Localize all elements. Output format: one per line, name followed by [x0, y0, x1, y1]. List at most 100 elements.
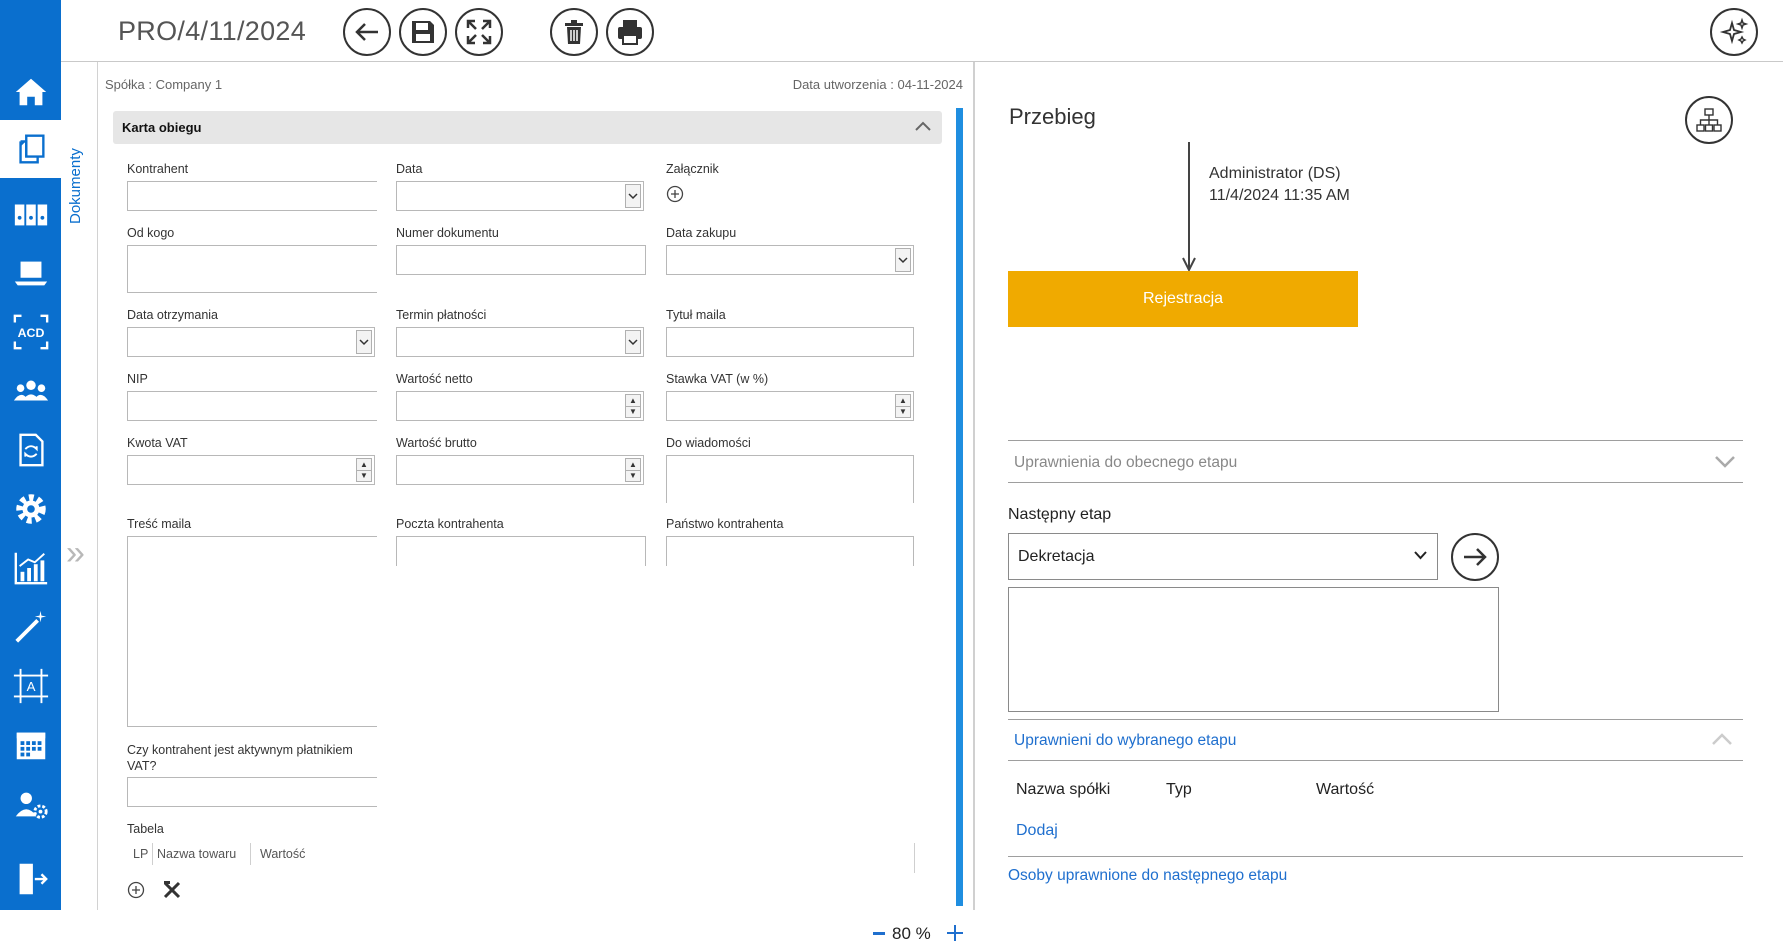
wartosc-netto-stepper[interactable]: ▲ ▼: [625, 394, 641, 418]
documents-tab-label: Dokumenty: [67, 148, 84, 224]
kwota-vat-input[interactable]: ▲ ▼: [127, 455, 375, 485]
data-otrzymania-date-picker[interactable]: [127, 327, 375, 357]
czy-vat-input[interactable]: [127, 777, 377, 807]
stepper-up-icon[interactable]: ▲: [626, 459, 640, 470]
floppy-disk-icon: [412, 21, 434, 43]
documents-tab[interactable]: Dokumenty: [65, 134, 93, 224]
numer-dokumentu-input[interactable]: [396, 245, 646, 275]
chevron-down-icon[interactable]: [1713, 449, 1737, 473]
label-nip: NIP: [127, 372, 148, 386]
label-od-kogo: Od kogo: [127, 226, 175, 240]
wartosc-brutto-stepper[interactable]: ▲ ▼: [625, 458, 641, 482]
nav-binders[interactable]: [0, 185, 61, 243]
label-poczta-kontrahenta: Poczta kontrahenta: [396, 517, 504, 531]
wartosc-brutto-input[interactable]: ▲ ▼: [396, 455, 644, 485]
nav-user-settings[interactable]: [0, 775, 61, 833]
nav-document-workflow[interactable]: [0, 421, 61, 479]
panstwo-kontrahenta-input[interactable]: [666, 536, 914, 566]
org-chart-icon: [1696, 108, 1722, 132]
expand-icon: [466, 19, 492, 45]
print-button[interactable]: [606, 8, 654, 56]
label-czy-vat-line1: Czy kontrahent jest aktywnym płatnikiem: [127, 743, 353, 757]
label-data-zakupu: Data zakupu: [666, 226, 737, 240]
fullscreen-button[interactable]: [455, 8, 503, 56]
nav-settings[interactable]: [0, 480, 61, 538]
stepper-down-icon[interactable]: ▼: [626, 406, 640, 417]
stepper-down-icon[interactable]: ▼: [357, 470, 371, 481]
poczta-kontrahenta-input[interactable]: [396, 536, 646, 566]
company-info: Spółka : Company 1: [105, 77, 223, 92]
nav-templates[interactable]: A: [0, 657, 61, 715]
stepper-down-icon[interactable]: ▼: [896, 406, 910, 417]
termin-platnosci-date-picker[interactable]: [396, 327, 644, 357]
data-otrzymania-dropdown-button[interactable]: [356, 330, 372, 354]
divider: [1008, 856, 1743, 857]
ai-assistant-button[interactable]: [1710, 8, 1758, 56]
nav-logout[interactable]: [0, 850, 61, 908]
go-to-next-stage-button[interactable]: [1451, 533, 1499, 581]
zoom-in-icon-vertical[interactable]: [954, 925, 956, 941]
text-frame-icon: A: [13, 668, 48, 704]
form-scrollbar[interactable]: [956, 108, 963, 906]
chevron-down-icon: [359, 339, 369, 346]
binders-icon: [14, 204, 47, 226]
stepper-down-icon[interactable]: ▼: [626, 470, 640, 481]
label-wartosc-netto: Wartość netto: [396, 372, 473, 386]
trash-icon: [565, 20, 583, 44]
data-zakupu-dropdown-button[interactable]: [895, 248, 911, 272]
add-attachment-icon[interactable]: [666, 185, 684, 203]
save-button[interactable]: [399, 8, 447, 56]
nav-workstation[interactable]: [0, 244, 61, 302]
nav-users[interactable]: [0, 362, 61, 420]
kwota-vat-stepper[interactable]: ▲ ▼: [356, 458, 372, 482]
permissions-current-stage-toggle[interactable]: Uprawnienia do obecnego etapu: [1014, 454, 1237, 472]
stage-comment-textarea[interactable]: [1008, 587, 1499, 712]
section-header-karta-obiegu[interactable]: Karta obiegu: [113, 111, 942, 144]
label-do-wiadomosci: Do wiadomości: [666, 436, 751, 450]
tresc-maila-textarea[interactable]: [127, 536, 377, 727]
workflow-diagram-button[interactable]: [1685, 96, 1733, 144]
workflow-step-info: Administrator (DS) 11/4/2024 11:35 AM: [1209, 163, 1350, 207]
kontrahent-input[interactable]: [127, 181, 377, 211]
chevron-down-icon: [1414, 551, 1427, 560]
wartosc-netto-input[interactable]: ▲ ▼: [396, 391, 644, 421]
data-date-picker[interactable]: [396, 181, 644, 211]
tytul-maila-input[interactable]: [666, 327, 914, 357]
delete-button[interactable]: [550, 8, 598, 56]
chevron-up-icon[interactable]: [1710, 728, 1734, 752]
od-kogo-input[interactable]: [127, 245, 377, 293]
stawka-vat-input[interactable]: ▲ ▼: [666, 391, 914, 421]
do-wiadomosci-input[interactable]: [666, 455, 914, 503]
document-title: PRO/4/11/2024: [118, 16, 307, 46]
table-header-nazwa-towaru: Nazwa towaru: [157, 847, 237, 861]
data-zakupu-date-picker[interactable]: [666, 245, 914, 275]
zoom-out-icon[interactable]: [873, 932, 885, 935]
next-stage-select[interactable]: Dekretacja: [1008, 533, 1438, 580]
nav-reports[interactable]: [0, 539, 61, 597]
label-kwota-vat: Kwota VAT: [127, 436, 188, 450]
add-row-icon[interactable]: [127, 881, 145, 899]
stepper-up-icon[interactable]: ▲: [896, 395, 910, 406]
back-button[interactable]: [343, 8, 391, 56]
nav-ocr[interactable]: ACD: [0, 303, 61, 361]
permissions-selected-stage-toggle[interactable]: Uprawnieni do wybranego etapu: [1014, 732, 1236, 750]
table-right-border: [914, 843, 915, 873]
chevron-up-icon[interactable]: [912, 115, 934, 137]
nav-home[interactable]: [0, 63, 61, 121]
add-permission-link[interactable]: Dodaj: [1016, 822, 1058, 840]
double-chevron-right-icon[interactable]: »: [66, 534, 85, 573]
nav-wizard[interactable]: [0, 598, 61, 656]
current-stage-box[interactable]: Rejestracja: [1008, 271, 1358, 327]
nav-calendar[interactable]: [0, 716, 61, 774]
stepper-up-icon[interactable]: ▲: [626, 395, 640, 406]
workflow-title: Przebieg: [1009, 104, 1096, 129]
nav-documents[interactable]: [0, 120, 61, 178]
next-stage-users-link[interactable]: Osoby uprawnione do następnego etapu: [1008, 867, 1287, 885]
stepper-up-icon[interactable]: ▲: [357, 459, 371, 470]
termin-platnosci-dropdown-button[interactable]: [625, 330, 641, 354]
frame-label: A: [26, 679, 35, 694]
nip-input[interactable]: [127, 391, 377, 421]
stawka-vat-stepper[interactable]: ▲ ▼: [895, 394, 911, 418]
data-dropdown-button[interactable]: [625, 184, 641, 208]
excel-import-icon[interactable]: [161, 879, 183, 901]
